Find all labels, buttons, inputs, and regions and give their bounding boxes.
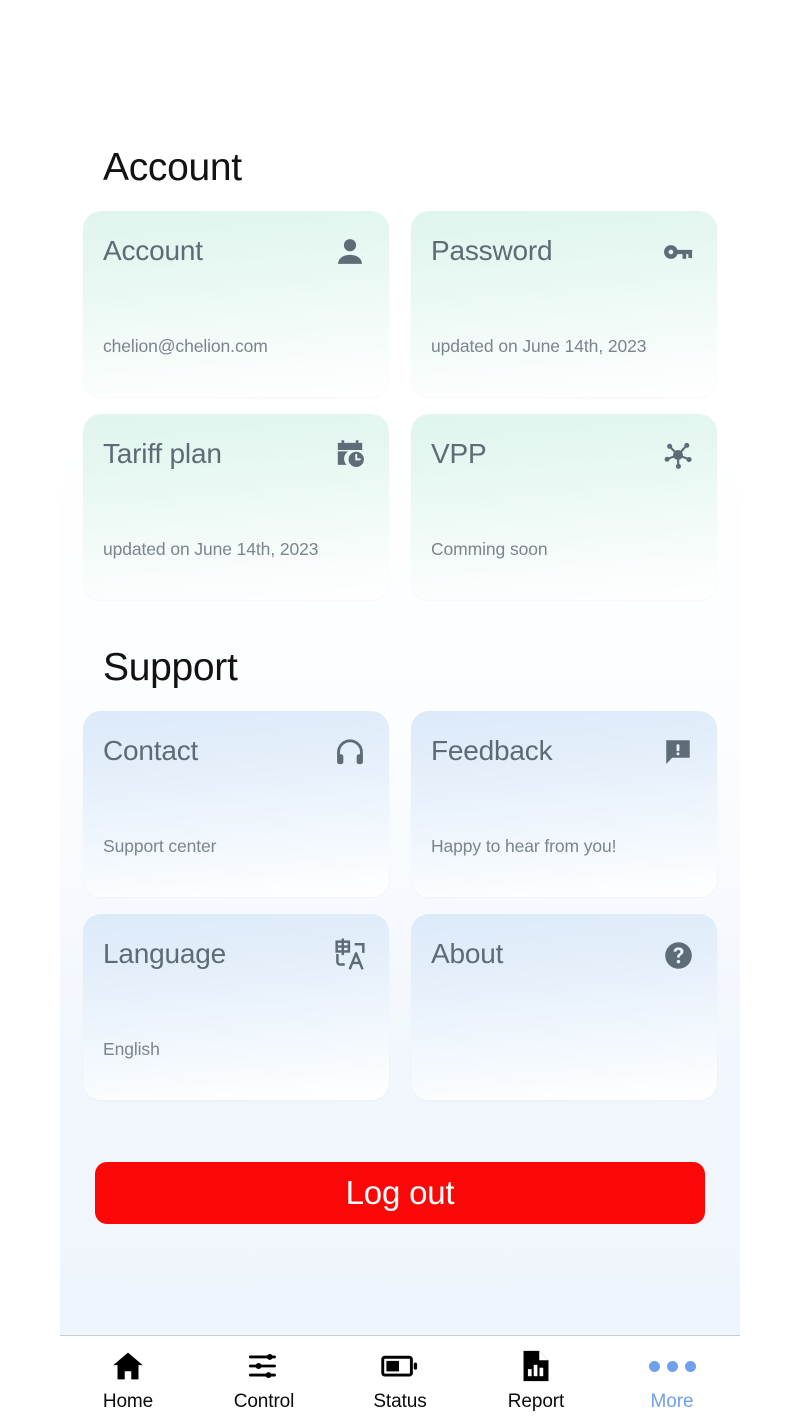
- nav-label: Control: [233, 1391, 295, 1412]
- card-title: Language: [103, 938, 226, 969]
- card-header: VPP: [431, 438, 697, 474]
- card-title: VPP: [431, 438, 487, 469]
- card-header: Contact: [103, 735, 369, 771]
- card-header: Password: [431, 235, 697, 271]
- card-subtitle: updated on June 14th, 2023: [103, 538, 319, 559]
- section-title-support: Support: [103, 646, 238, 689]
- dot: [666, 1360, 678, 1372]
- app-viewport: Account Account chelion@chelion.com Pass…: [60, 0, 740, 1422]
- card-feedback[interactable]: Feedback Happy to hear from you!: [411, 711, 717, 897]
- card-title: Feedback: [431, 735, 553, 766]
- report-icon: [520, 1349, 552, 1383]
- card-contact[interactable]: Contact Support center: [83, 711, 389, 897]
- card-subtitle: updated on June 14th, 2023: [431, 335, 647, 356]
- battery-icon: [381, 1349, 419, 1383]
- bottom-navigation-bar: Home Control Status Report More: [60, 1335, 740, 1422]
- dot: [648, 1360, 660, 1372]
- settings-scroll-content: Account Account chelion@chelion.com Pass…: [60, 0, 740, 1335]
- nav-item-more[interactable]: More: [604, 1349, 740, 1411]
- card-account[interactable]: Account chelion@chelion.com: [83, 211, 389, 397]
- nav-label: Home: [102, 1391, 154, 1412]
- card-header: Tariff plan: [103, 438, 369, 474]
- more-dots-icon: [648, 1349, 696, 1383]
- card-title: About: [431, 938, 504, 969]
- calendar-clock-icon: [331, 436, 369, 474]
- card-vpp[interactable]: VPP Comming soon: [411, 414, 717, 600]
- support-card-grid: Contact Support center Feedback Happy to…: [82, 711, 718, 1100]
- sliders-icon: [247, 1349, 281, 1383]
- card-header: About: [431, 938, 697, 974]
- card-subtitle: Comming soon: [431, 538, 548, 559]
- person-icon: [331, 233, 369, 271]
- card-header: Language: [103, 938, 369, 974]
- nav-label: Report: [507, 1391, 565, 1412]
- nav-item-control[interactable]: Control: [196, 1349, 332, 1411]
- nav-label: More: [650, 1391, 694, 1412]
- card-title: Account: [103, 235, 203, 266]
- headphones-icon: [331, 733, 369, 771]
- card-title: Password: [431, 235, 553, 266]
- nav-item-home[interactable]: Home: [60, 1349, 196, 1411]
- card-header: Account: [103, 235, 369, 271]
- key-icon: [659, 233, 697, 271]
- log-out-button[interactable]: Log out: [95, 1162, 705, 1224]
- nav-item-status[interactable]: Status: [332, 1349, 468, 1411]
- logout-section: Log out: [82, 1162, 718, 1224]
- section-title-account: Account: [103, 146, 242, 189]
- dots-group: [648, 1360, 696, 1372]
- card-subtitle: Support center: [103, 835, 217, 856]
- home-icon: [111, 1349, 145, 1383]
- card-password[interactable]: Password updated on June 14th, 2023: [411, 211, 717, 397]
- help-circle-icon: [659, 936, 697, 974]
- card-title: Contact: [103, 735, 199, 766]
- translate-icon: [331, 936, 369, 974]
- card-tariff-plan[interactable]: Tariff plan updated on June 14th, 2023: [83, 414, 389, 600]
- card-language[interactable]: Language English: [83, 914, 389, 1100]
- feedback-bubble-icon: [659, 733, 697, 771]
- card-subtitle: Happy to hear from you!: [431, 835, 617, 856]
- card-title: Tariff plan: [103, 438, 222, 469]
- card-header: Feedback: [431, 735, 697, 771]
- dot: [684, 1360, 696, 1372]
- card-about[interactable]: About: [411, 914, 717, 1100]
- network-hub-icon: [659, 436, 697, 474]
- card-subtitle: English: [103, 1038, 160, 1059]
- account-card-grid: Account chelion@chelion.com Password upd…: [82, 211, 718, 600]
- nav-label: Status: [373, 1391, 427, 1412]
- nav-item-report[interactable]: Report: [468, 1349, 604, 1411]
- card-subtitle: chelion@chelion.com: [103, 335, 268, 356]
